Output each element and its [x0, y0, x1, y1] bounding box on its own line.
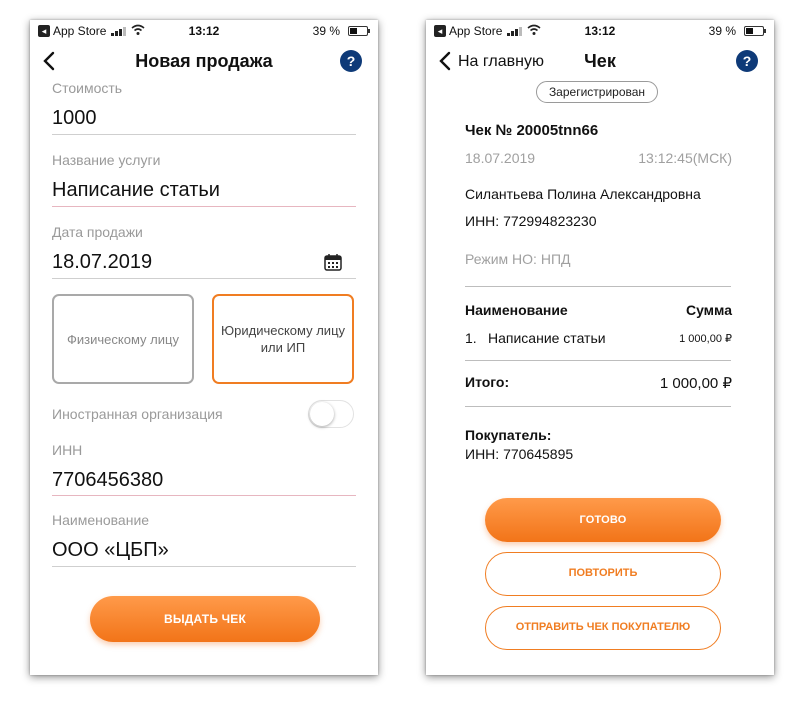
service-label: Название услуги — [52, 152, 161, 168]
table-row-name: Написание статьи — [488, 330, 606, 346]
date-underline — [52, 278, 356, 279]
cost-label: Стоимость — [52, 80, 123, 96]
table-row-index: 1. — [465, 330, 477, 346]
tax-mode: Режим НО: НПД — [465, 251, 571, 267]
name-label: Наименование — [52, 512, 150, 528]
battery-icon — [744, 26, 766, 36]
receipt-date: 18.07.2019 — [465, 150, 536, 166]
done-button[interactable]: ГОТОВО — [485, 498, 721, 542]
name-underline — [52, 566, 356, 567]
legal-client-label: Юридическому лицу или ИП — [220, 323, 346, 355]
inn-underline — [52, 495, 356, 496]
new-sale-screen: ◂ App Store 13:12 39 % Новая продажа ? С… — [30, 20, 378, 675]
foreign-org-toggle[interactable] — [308, 400, 354, 428]
status-bar: ◂ App Store 13:12 39 % — [426, 20, 774, 42]
individual-client-option[interactable]: Физическому лицу — [52, 294, 194, 384]
help-button[interactable]: ? — [736, 50, 758, 72]
seller-name: Силантьева Полина Александровна — [465, 186, 701, 202]
individual-client-label: Физическому лицу — [67, 331, 179, 347]
calendar-icon[interactable] — [324, 253, 342, 271]
page-title: Чек — [584, 51, 616, 71]
nav-bar: На главную Чек ? — [426, 46, 774, 76]
seller-inn: ИНН: 772994823230 — [465, 213, 597, 229]
name-input[interactable]: ООО «ЦБП» — [52, 539, 169, 562]
receipt-number: Чек № 20005tnn66 — [465, 122, 599, 139]
help-button[interactable]: ? — [340, 50, 362, 72]
table-header-name: Наименование — [465, 302, 568, 318]
legal-client-option[interactable]: Юридическому лицу или ИП — [212, 294, 354, 384]
service-input[interactable]: Написание статьи — [52, 179, 220, 202]
buyer-inn: ИНН: 770645895 — [465, 446, 574, 462]
battery-icon — [348, 26, 370, 36]
toggle-knob — [310, 402, 334, 426]
receipt-screen: ◂ App Store 13:12 39 % На главную Чек ? … — [426, 20, 774, 675]
cost-underline — [52, 134, 356, 135]
inn-input[interactable]: 7706456380 — [52, 469, 163, 492]
divider — [465, 286, 731, 287]
date-label: Дата продажи — [52, 224, 143, 240]
repeat-button[interactable]: ПОВТОРИТЬ — [485, 552, 721, 596]
inn-label: ИНН — [52, 442, 83, 458]
nav-bar: Новая продажа ? — [30, 46, 378, 76]
receipt-time: 13:12:45(МСК) — [638, 150, 732, 166]
cost-input[interactable]: 1000 — [52, 107, 97, 130]
status-bar: ◂ App Store 13:12 39 % — [30, 20, 378, 42]
total-label: Итого: — [465, 374, 510, 390]
foreign-org-label: Иностранная организация — [52, 406, 223, 422]
buyer-label: Покупатель: — [465, 427, 552, 443]
total-value: 1 000,00 ₽ — [659, 375, 732, 392]
divider — [465, 406, 731, 407]
send-to-buyer-button[interactable]: ОТПРАВИТЬ ЧЕК ПОКУПАТЕЛЮ — [485, 606, 721, 650]
service-underline — [52, 206, 356, 207]
table-row-sum: 1 000,00 ₽ — [679, 333, 732, 345]
issue-receipt-button[interactable]: ВЫДАТЬ ЧЕК — [90, 596, 320, 642]
table-header-sum: Сумма — [685, 302, 732, 318]
page-title: Новая продажа — [135, 51, 273, 71]
date-input[interactable]: 18.07.2019 — [52, 251, 152, 274]
battery-percent: 39 % — [708, 24, 736, 38]
divider — [465, 360, 731, 361]
battery-percent: 39 % — [312, 24, 340, 38]
status-badge: Зарегистрирован — [536, 81, 658, 103]
